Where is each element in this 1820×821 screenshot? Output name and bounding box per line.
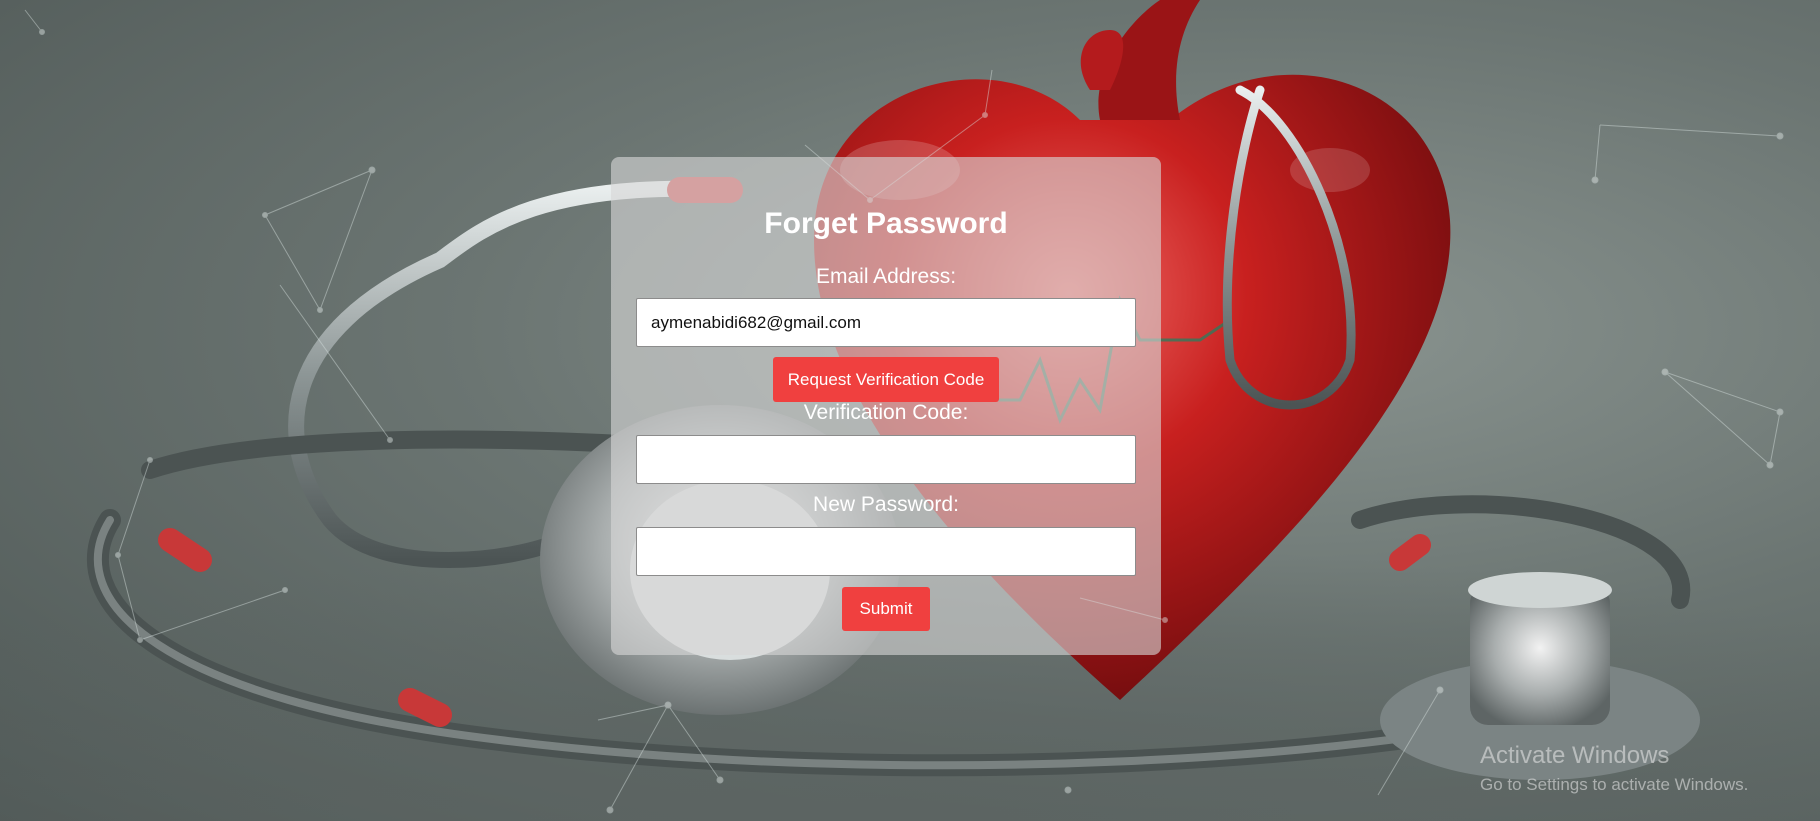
page-title: Forget Password (764, 207, 1008, 240)
activate-windows-watermark: Activate Windows Go to Settings to activ… (1480, 742, 1748, 796)
new-password-label: New Password: (813, 493, 959, 516)
verification-code-field[interactable] (636, 435, 1136, 484)
new-password-field[interactable] (636, 527, 1136, 576)
email-label: Email Address: (815, 265, 957, 288)
email-field[interactable] (636, 298, 1136, 347)
watermark-title: Activate Windows (1480, 742, 1670, 769)
request-verification-code-button[interactable]: Request Verification Code (773, 357, 999, 402)
page-root: Forget Password Email Address: Request V… (0, 0, 1820, 821)
verification-code-label: Verification Code: (803, 401, 969, 424)
watermark-subtitle: Go to Settings to activate Windows. (1480, 775, 1749, 794)
submit-button[interactable]: Submit (842, 587, 930, 631)
forget-password-card: Forget Password Email Address: Request V… (611, 157, 1161, 655)
